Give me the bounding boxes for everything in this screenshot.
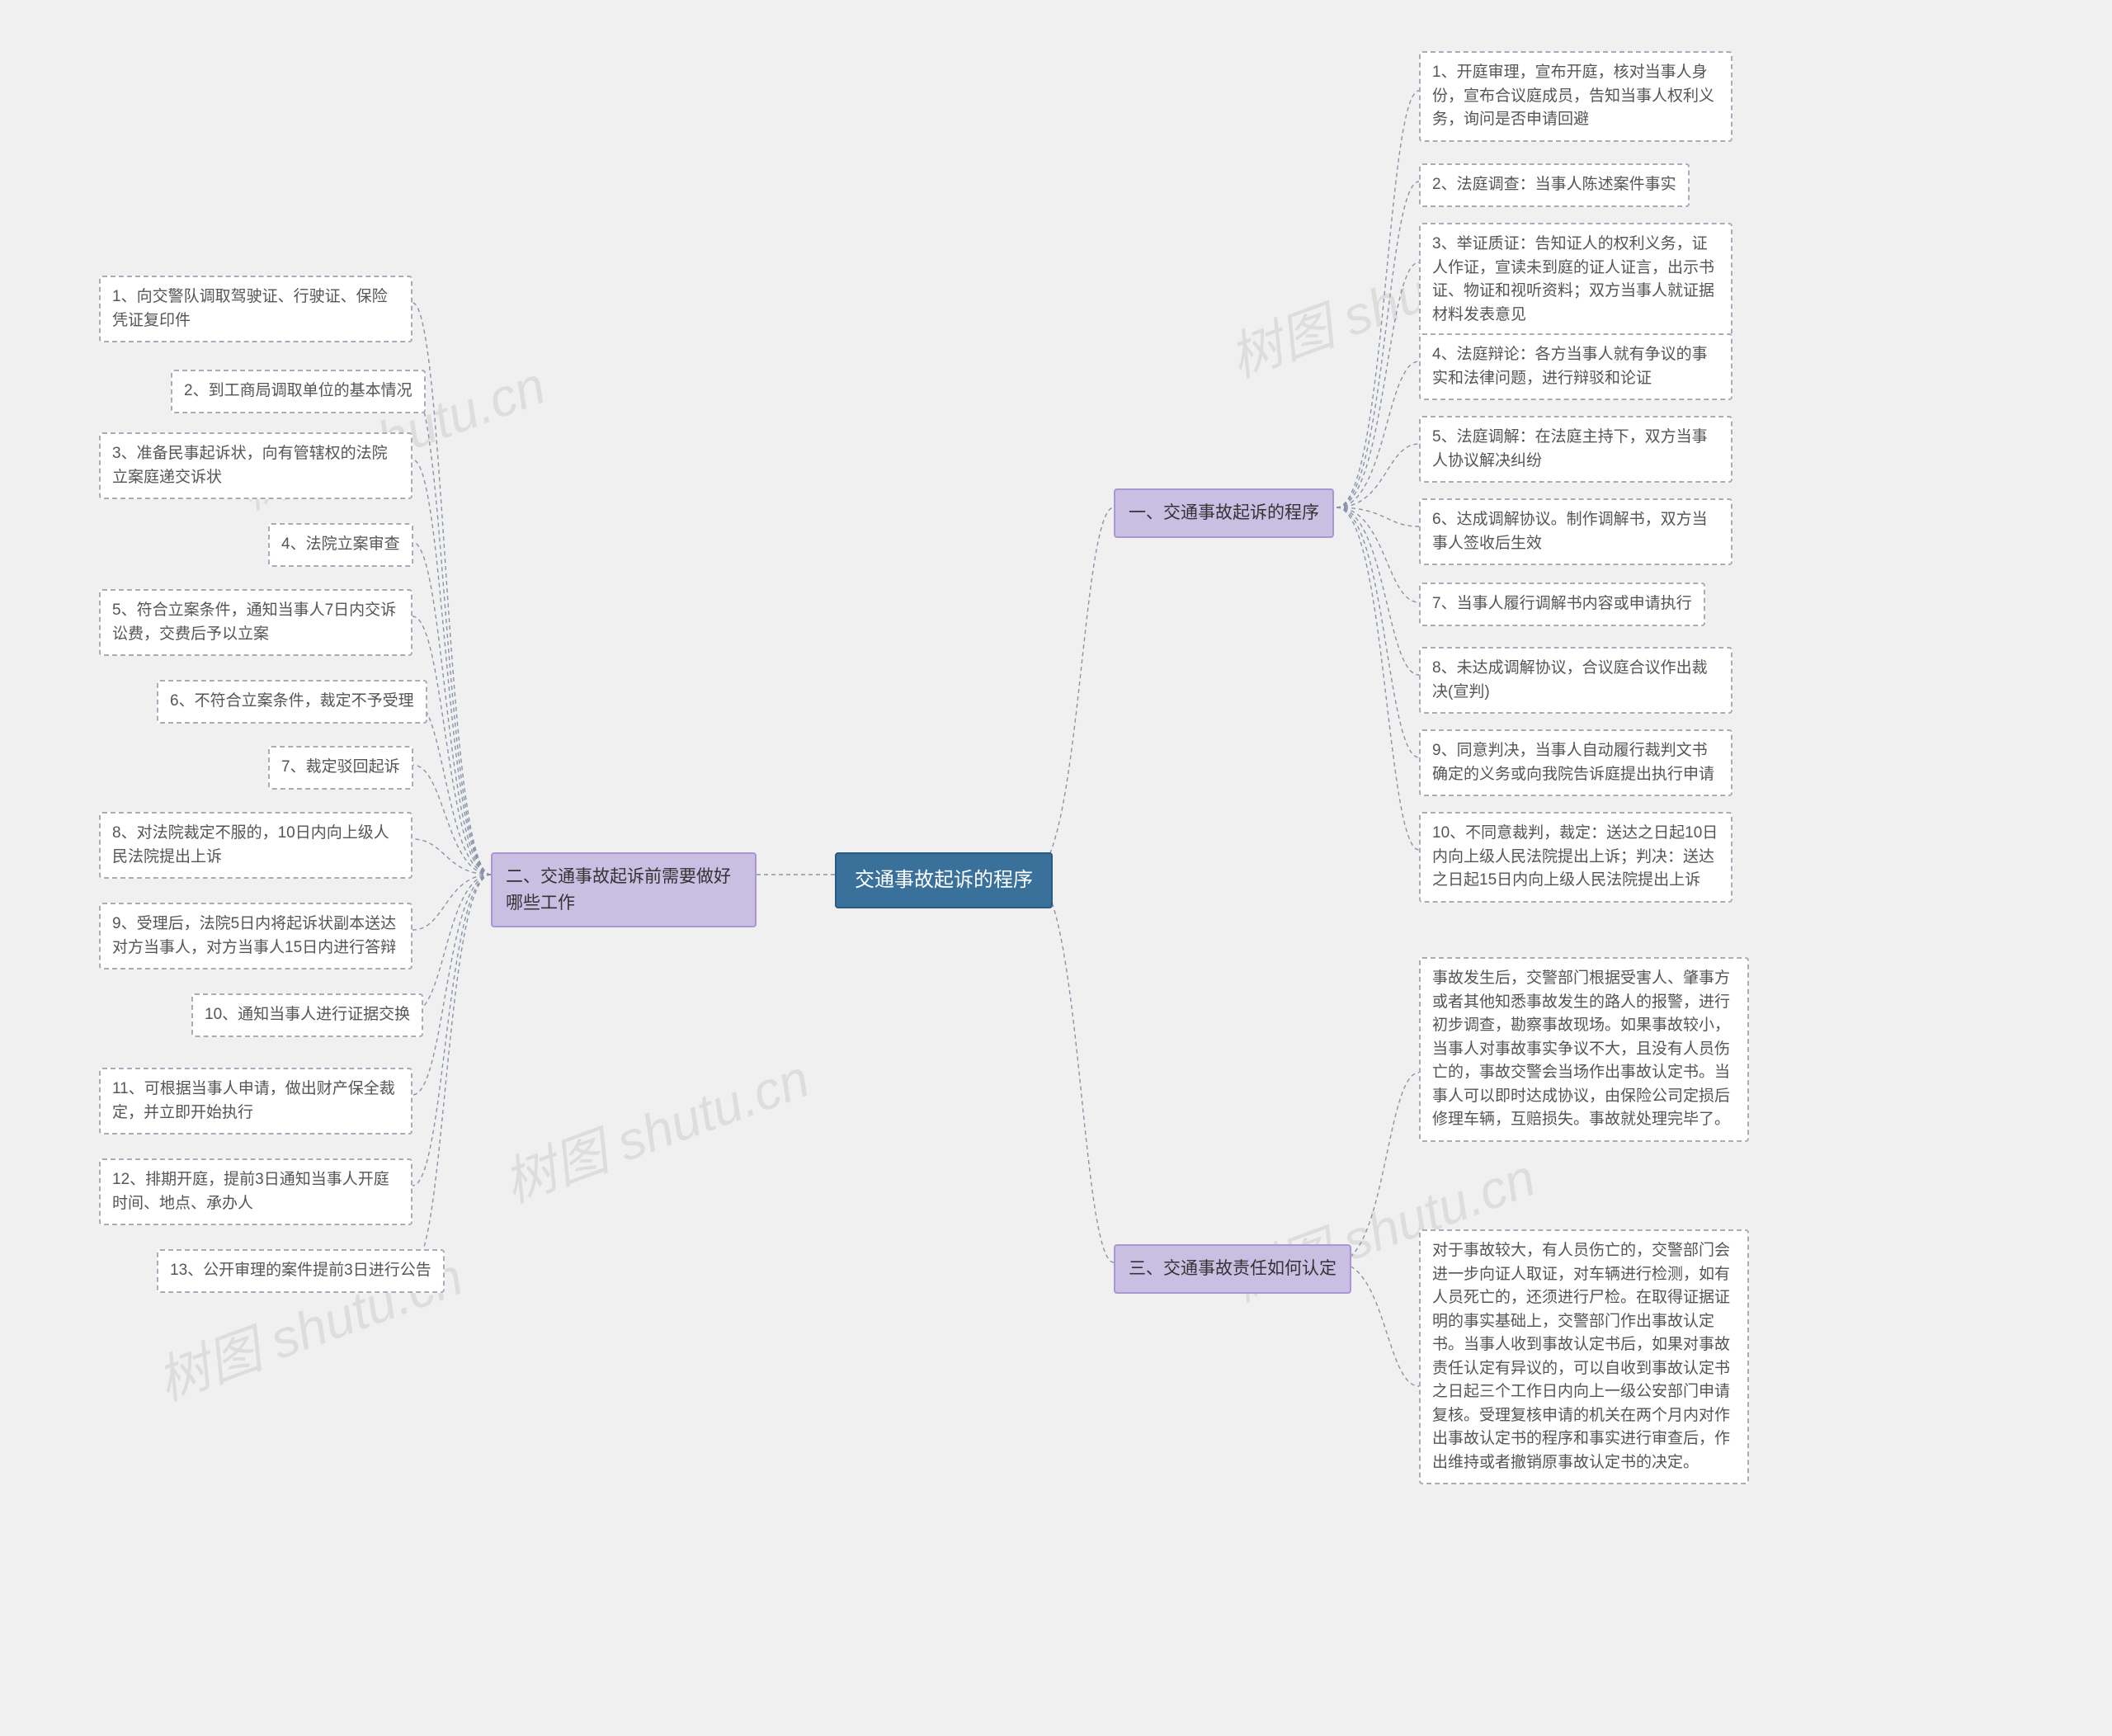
leaf-b2-6: 6、不符合立案条件，裁定不予受理 xyxy=(157,680,427,724)
leaf-b1-1: 1、开庭审理，宣布开庭，核对当事人身份，宣布合议庭成员，告知当事人权利义务，询问… xyxy=(1419,51,1732,142)
leaf-b1-8: 8、未达成调解协议，合议庭合议作出裁决(宣判) xyxy=(1419,647,1732,714)
leaf-b2-13: 13、公开审理的案件提前3日进行公告 xyxy=(157,1249,445,1293)
leaf-b2-7: 7、裁定驳回起诉 xyxy=(268,746,413,790)
watermark: 树图 shutu.cn xyxy=(492,1036,818,1217)
leaf-b2-1: 1、向交警队调取驾驶证、行驶证、保险凭证复印件 xyxy=(99,276,412,342)
branch-preparation[interactable]: 二、交通事故起诉前需要做好哪些工作 xyxy=(491,852,757,927)
root-node[interactable]: 交通事故起诉的程序 xyxy=(835,852,1053,908)
leaf-b3-2: 对于事故较大，有人员伤亡的，交警部门会进一步向证人取证，对车辆进行检测，如有人员… xyxy=(1419,1229,1749,1484)
leaf-b1-2: 2、法庭调查：当事人陈述案件事实 xyxy=(1419,163,1690,207)
leaf-b1-7: 7、当事人履行调解书内容或申请执行 xyxy=(1419,583,1705,626)
leaf-b2-5: 5、符合立案条件，通知当事人7日内交诉讼费，交费后予以立案 xyxy=(99,589,412,656)
leaf-b1-3: 3、举证质证：告知证人的权利义务，证人作证，宣读未到庭的证人证言，出示书证、物证… xyxy=(1419,223,1732,337)
branch-responsibility[interactable]: 三、交通事故责任如何认定 xyxy=(1114,1244,1351,1294)
leaf-b1-10: 10、不同意裁判，裁定：送达之日起10日内向上级人民法院提出上诉；判决：送达之日… xyxy=(1419,812,1732,903)
leaf-b2-10: 10、通知当事人进行证据交换 xyxy=(191,993,423,1037)
leaf-b2-4: 4、法院立案审查 xyxy=(268,523,413,567)
leaf-b1-5: 5、法庭调解：在法庭主持下，双方当事人协议解决纠纷 xyxy=(1419,416,1732,483)
leaf-b2-3: 3、准备民事起诉状，向有管辖权的法院立案庭递交诉状 xyxy=(99,432,412,499)
leaf-b2-2: 2、到工商局调取单位的基本情况 xyxy=(171,370,426,413)
leaf-b2-8: 8、对法院裁定不服的，10日内向上级人民法院提出上诉 xyxy=(99,812,412,879)
leaf-b1-6: 6、达成调解协议。制作调解书，双方当事人签收后生效 xyxy=(1419,498,1732,565)
leaf-b1-9: 9、同意判决，当事人自动履行裁判文书确定的义务或向我院告诉庭提出执行申请 xyxy=(1419,729,1732,796)
leaf-b3-1: 事故发生后，交警部门根据受害人、肇事方或者其他知悉事故发生的路人的报警，进行初步… xyxy=(1419,957,1749,1142)
branch-procedure[interactable]: 一、交通事故起诉的程序 xyxy=(1114,488,1334,538)
leaf-b2-12: 12、排期开庭，提前3日通知当事人开庭时间、地点、承办人 xyxy=(99,1158,412,1225)
leaf-b2-9: 9、受理后，法院5日内将起诉状副本送达对方当事人，对方当事人15日内进行答辩 xyxy=(99,903,412,969)
leaf-b2-11: 11、可根据当事人申请，做出财产保全裁定，并立即开始执行 xyxy=(99,1068,412,1135)
leaf-b1-4: 4、法庭辩论：各方当事人就有争议的事实和法律问题，进行辩驳和论证 xyxy=(1419,333,1732,400)
